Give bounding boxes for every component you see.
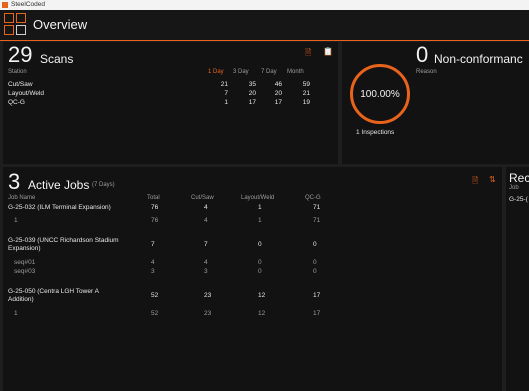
job-row[interactable]: G-25-032 (ILM Terminal Expansion) 76 4 1…: [8, 204, 348, 216]
inspections-count: 1 Inspections: [356, 129, 395, 136]
scan-value: 20: [248, 90, 256, 97]
seq-cut-saw: 4: [204, 259, 208, 266]
period-7day[interactable]: 7 Day: [261, 69, 277, 75]
seq-qc-g: 71: [313, 217, 321, 224]
col-job-name: Job Name: [8, 195, 36, 201]
app-title: SteelCoded: [11, 1, 45, 8]
seq-total: 76: [151, 217, 159, 224]
scans-count: 29: [8, 42, 33, 67]
seq-cut-saw: 23: [204, 310, 212, 317]
nonconformance-count: 0: [416, 42, 429, 67]
scan-value: 46: [274, 81, 282, 88]
job-name: G-25-039 (UNCC Richardson Stadium Expans…: [8, 237, 119, 252]
seq-qc-g: 17: [313, 310, 321, 317]
job-layout-weld: 0: [258, 241, 262, 248]
col-qc-g: QC-G: [305, 195, 321, 201]
conformance-percent: 100.00%: [360, 89, 400, 100]
reason-header: Reason: [416, 69, 437, 75]
active-jobs-title: Active Jobs: [28, 178, 90, 192]
job-qc-g: 71: [313, 204, 321, 211]
recent-panel: Rec Job G-25-(: [506, 167, 529, 391]
job-total: 7: [151, 241, 155, 248]
recent-first-job[interactable]: G-25-(: [509, 196, 528, 203]
seq-name: 1: [14, 217, 18, 224]
seq-name: seq#03: [14, 268, 36, 275]
seq-total: 52: [151, 310, 159, 317]
station-name: Cut/Saw: [8, 81, 33, 88]
scan-value: 21: [302, 90, 310, 97]
active-jobs-panel: 3 Active Jobs (7 Days) 🗎 ⇅ Job Name Tota…: [3, 167, 502, 391]
seq-qc-g: 0: [313, 268, 317, 275]
scan-value: 35: [248, 81, 256, 88]
col-total: Total: [147, 195, 160, 201]
seq-layout-weld: 12: [258, 310, 266, 317]
job-row[interactable]: G-25-050 (Centra LGH Tower A Addition) 5…: [8, 288, 348, 308]
seq-row: 1 76 4 1 71: [8, 217, 348, 227]
scan-value: 1: [224, 99, 228, 106]
period-3day[interactable]: 3 Day: [233, 69, 249, 75]
period-month[interactable]: Month: [287, 69, 304, 75]
table-row: Cut/Saw 21 35 46 59: [8, 81, 328, 90]
document-icon[interactable]: 🗎: [305, 47, 311, 61]
seq-cut-saw: 4: [204, 217, 208, 224]
document-icon[interactable]: 🗎: [472, 175, 478, 189]
active-jobs-count: 3: [8, 169, 21, 194]
table-row: QC-G 1 17 17 19: [8, 99, 328, 108]
scan-value: 21: [220, 81, 228, 88]
active-jobs-subtitle: (7 Days): [92, 182, 115, 188]
job-qc-g: 0: [313, 241, 317, 248]
seq-layout-weld: 0: [258, 268, 262, 275]
seq-layout-weld: 0: [258, 259, 262, 266]
job-name: G-25-032 (ILM Terminal Expansion): [8, 204, 111, 211]
seq-row: 1 52 23 12 17: [8, 310, 348, 320]
scan-value: 19: [302, 99, 310, 106]
job-row[interactable]: G-25-039 (UNCC Richardson Stadium Expans…: [8, 237, 348, 257]
station-name: QC-G: [8, 99, 25, 106]
table-row: Layout/Weld 7 20 20 21: [8, 90, 328, 99]
recent-job-header: Job: [509, 185, 519, 191]
job-layout-weld: 1: [258, 204, 262, 211]
scan-value: 17: [274, 99, 282, 106]
sort-icon[interactable]: ⇅: [489, 175, 496, 184]
page-title: Overview: [33, 17, 88, 32]
app-header: Overview: [0, 10, 529, 41]
job-cut-saw: 4: [204, 204, 208, 211]
station-name: Layout/Weld: [8, 90, 45, 97]
window-titlebar: SteelCoded: [0, 0, 529, 10]
conformance-ring: 100.00%: [350, 64, 410, 124]
nonconformance-title: Non-conformanc: [434, 52, 523, 66]
scan-value: 17: [248, 99, 256, 106]
clipboard-icon[interactable]: 📋: [323, 47, 333, 56]
seq-layout-weld: 1: [258, 217, 262, 224]
job-qc-g: 17: [313, 292, 321, 299]
seq-row: seq#03 3 3 0 0: [8, 268, 348, 278]
scans-panel: 29 Scans 🗎 📋 Station 1 Day 3 Day 7 Day M…: [3, 42, 338, 164]
steelcoded-logo-icon[interactable]: [4, 13, 26, 35]
job-cut-saw: 7: [204, 241, 208, 248]
job-total: 52: [151, 292, 159, 299]
seq-total: 3: [151, 268, 155, 275]
seq-total: 4: [151, 259, 155, 266]
recent-title: Rec: [509, 171, 529, 185]
app-icon: [2, 2, 8, 8]
job-total: 76: [151, 204, 159, 211]
job-name: G-25-050 (Centra LGH Tower A Addition): [8, 288, 99, 303]
col-cut-saw: Cut/Saw: [191, 195, 214, 201]
scan-value: 7: [224, 90, 228, 97]
seq-qc-g: 0: [313, 259, 317, 266]
scans-title: Scans: [40, 52, 74, 66]
job-layout-weld: 12: [258, 292, 266, 299]
col-layout-weld: Layout/Weld: [241, 195, 275, 201]
scan-value: 20: [274, 90, 282, 97]
seq-name: 1: [14, 310, 18, 317]
seq-name: seq#01: [14, 259, 36, 266]
scan-value: 59: [302, 81, 310, 88]
period-1day[interactable]: 1 Day: [208, 69, 224, 75]
job-cut-saw: 23: [204, 292, 212, 299]
station-header: Station: [8, 69, 27, 75]
seq-cut-saw: 3: [204, 268, 208, 275]
